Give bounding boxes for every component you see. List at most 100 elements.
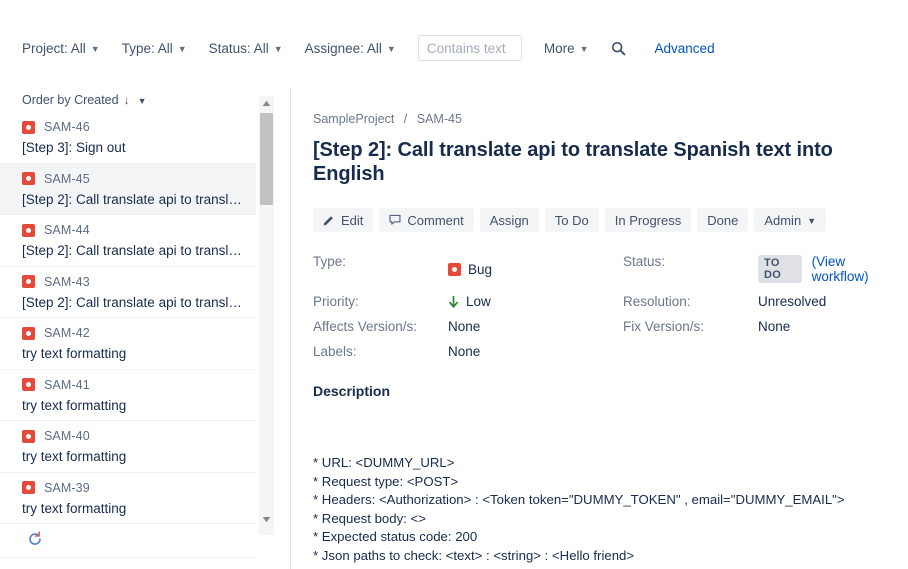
admin-button[interactable]: Admin ▼ — [754, 208, 827, 232]
contains-text-input[interactable] — [417, 35, 522, 61]
in-progress-button[interactable]: In Progress — [604, 208, 692, 232]
list-item-key-row: SAM-40 — [22, 426, 246, 446]
description-line: * Json paths to check: <text> : <string>… — [313, 547, 635, 563]
scroll-down-icon[interactable] — [259, 512, 274, 527]
sidebar-scrollbar-thumb[interactable] — [260, 113, 273, 205]
priority-field-label: Priority: — [313, 294, 359, 309]
list-item[interactable]: SAM-38[Step 2]: Call translate api to tr… — [0, 524, 256, 527]
order-by-label: Order by Created — [22, 93, 119, 107]
edit-button[interactable]: Edit — [313, 208, 374, 232]
chevron-down-icon: ▼ — [177, 43, 187, 54]
chevron-down-icon: ▼ — [579, 44, 589, 54]
labels-field-value: None — [448, 344, 481, 359]
list-item[interactable]: SAM-43 [Step 2]: Call translate api to tr… — [0, 266, 256, 318]
list-item[interactable]: SAM-40 try text formatting — [0, 421, 256, 473]
advanced-search-link[interactable]: Advanced — [655, 41, 715, 56]
chevron-down-icon: ▼ — [137, 96, 147, 106]
comment-button-label: Comment — [407, 212, 464, 228]
list-item[interactable]: SAM-46 [Step 3]: Sign out — [0, 112, 256, 164]
arrow-down-icon: ↓ — [123, 93, 130, 107]
issue-tracker-page: Project: All ▼ Type: All ▼ Status: All ▼… — [0, 0, 908, 569]
bug-icon — [448, 262, 461, 276]
list-item-key: SAM-39 — [44, 480, 90, 495]
labels-field-label: Labels: — [313, 344, 357, 359]
chevron-down-icon: ▼ — [386, 43, 396, 54]
description-line: * Headers: <Authorization> : <Token toke… — [313, 492, 845, 507]
breadcrumb-issue-key[interactable]: SAM-45 — [417, 112, 462, 126]
page-title: [Step 2]: Call translate api to translat… — [313, 139, 833, 185]
list-item-key: SAM-40 — [44, 429, 90, 443]
breadcrumb-separator: / — [403, 112, 408, 126]
filter-project[interactable]: Project: All ▼ — [22, 41, 100, 56]
list-item-summary: [Step 2]: Call translate api to translat… — [22, 294, 246, 310]
bug-icon — [22, 378, 35, 391]
issue-fields: Type: Bug Status: TO DO (View workflow) … — [313, 254, 894, 359]
comment-button[interactable]: Comment — [379, 208, 474, 232]
filter-type-label: Type: All — [121, 40, 173, 56]
list-item[interactable]: SAM-39 try text formatting — [0, 472, 256, 524]
chevron-down-icon: ▼ — [807, 216, 817, 226]
fields-spacer-b — [758, 344, 894, 359]
advanced-search-label: Advanced — [654, 40, 715, 56]
filter-type[interactable]: Type: All ▼ — [122, 41, 187, 56]
status-field-value: TO DO (View workflow) — [758, 254, 894, 284]
breadcrumb: SampleProject / SAM-45 — [313, 112, 894, 126]
assign-button[interactable]: Assign — [479, 208, 539, 232]
bug-icon — [22, 429, 35, 443]
list-item-summary: try text formatting — [22, 397, 127, 413]
type-field-value: Bug — [448, 254, 623, 284]
list-item-key: SAM-46 — [44, 120, 90, 134]
bug-icon — [22, 481, 35, 494]
sidebar-bottom-divider — [0, 557, 256, 558]
arrow-down-green-icon — [448, 295, 459, 308]
fix-version-field-label: Fix Version/s: — [623, 319, 705, 334]
list-item-summary: try text formatting — [22, 346, 127, 361]
filter-project-label: Project: All — [22, 40, 86, 56]
search-icon[interactable] — [609, 38, 629, 58]
issue-list[interactable]: SAM-46 [Step 3]: Sign out SAM-45 [Step 2]: … — [0, 112, 256, 527]
list-item-key: SAM-44 — [44, 223, 90, 237]
view-workflow-link[interactable]: (View workflow) — [812, 254, 894, 284]
filter-status-label: Status: All — [208, 40, 269, 56]
list-item[interactable]: SAM-41 try text formatting — [0, 369, 256, 421]
filter-assignee[interactable]: Assignee: All ▼ — [305, 41, 396, 56]
list-item-key: SAM-41 — [44, 377, 90, 392]
to-do-button[interactable]: To Do — [544, 208, 599, 232]
refresh-icon[interactable] — [27, 531, 43, 547]
bug-icon — [22, 275, 35, 288]
description-line: * Request body: <> — [313, 510, 426, 526]
more-filters-label: More — [543, 40, 575, 56]
list-item-key-row: SAM-41 — [22, 375, 246, 395]
list-item-summary: try text formatting — [22, 449, 127, 464]
speech-bubble-icon — [389, 214, 401, 226]
to-do-button-label: To Do — [554, 212, 589, 228]
breadcrumb-project[interactable]: SampleProject — [313, 112, 394, 126]
order-by-control[interactable]: Order by Created ↓ ▼ — [0, 88, 276, 112]
list-item[interactable]: SAM-45 [Step 2]: Call translate api to tr… — [0, 163, 256, 215]
type-field-label: Type: — [313, 254, 347, 269]
scroll-up-icon[interactable] — [259, 96, 274, 111]
list-item[interactable]: SAM-42 try text formatting — [0, 318, 256, 370]
more-filters-button[interactable]: More ▼ — [544, 41, 589, 56]
assign-button-label: Assign — [489, 212, 529, 228]
type-field-text: Bug — [468, 261, 493, 277]
admin-button-label: Admin — [764, 212, 802, 228]
filter-assignee-label: Assignee: All — [304, 40, 382, 56]
description-lines: * URL: <DUMMY_URL> * Request type: <POST>… — [313, 454, 894, 565]
list-item-key-row: SAM-39 — [22, 478, 246, 498]
list-item-key-row: SAM-43 — [22, 272, 246, 292]
bug-icon — [22, 326, 35, 340]
priority-field-value: Low — [448, 294, 623, 309]
chevron-down-icon: ▼ — [90, 43, 100, 54]
list-item-key: SAM-43 — [44, 274, 90, 289]
chevron-down-icon: ▼ — [273, 43, 283, 54]
list-item-summary: [Step 2]: Call translate api to translat… — [22, 243, 246, 258]
list-item-key: SAM-45 — [44, 171, 90, 186]
list-item[interactable]: SAM-44 [Step 2]: Call translate api to tr… — [0, 215, 256, 267]
list-item-summary: try text formatting — [22, 500, 127, 516]
affects-version-field-value: None — [448, 319, 481, 334]
bug-icon — [22, 120, 35, 134]
filter-status[interactable]: Status: All ▼ — [209, 41, 283, 56]
done-button[interactable]: Done — [697, 208, 749, 232]
description-line: * URL: <DUMMY_URL> — [313, 455, 455, 470]
